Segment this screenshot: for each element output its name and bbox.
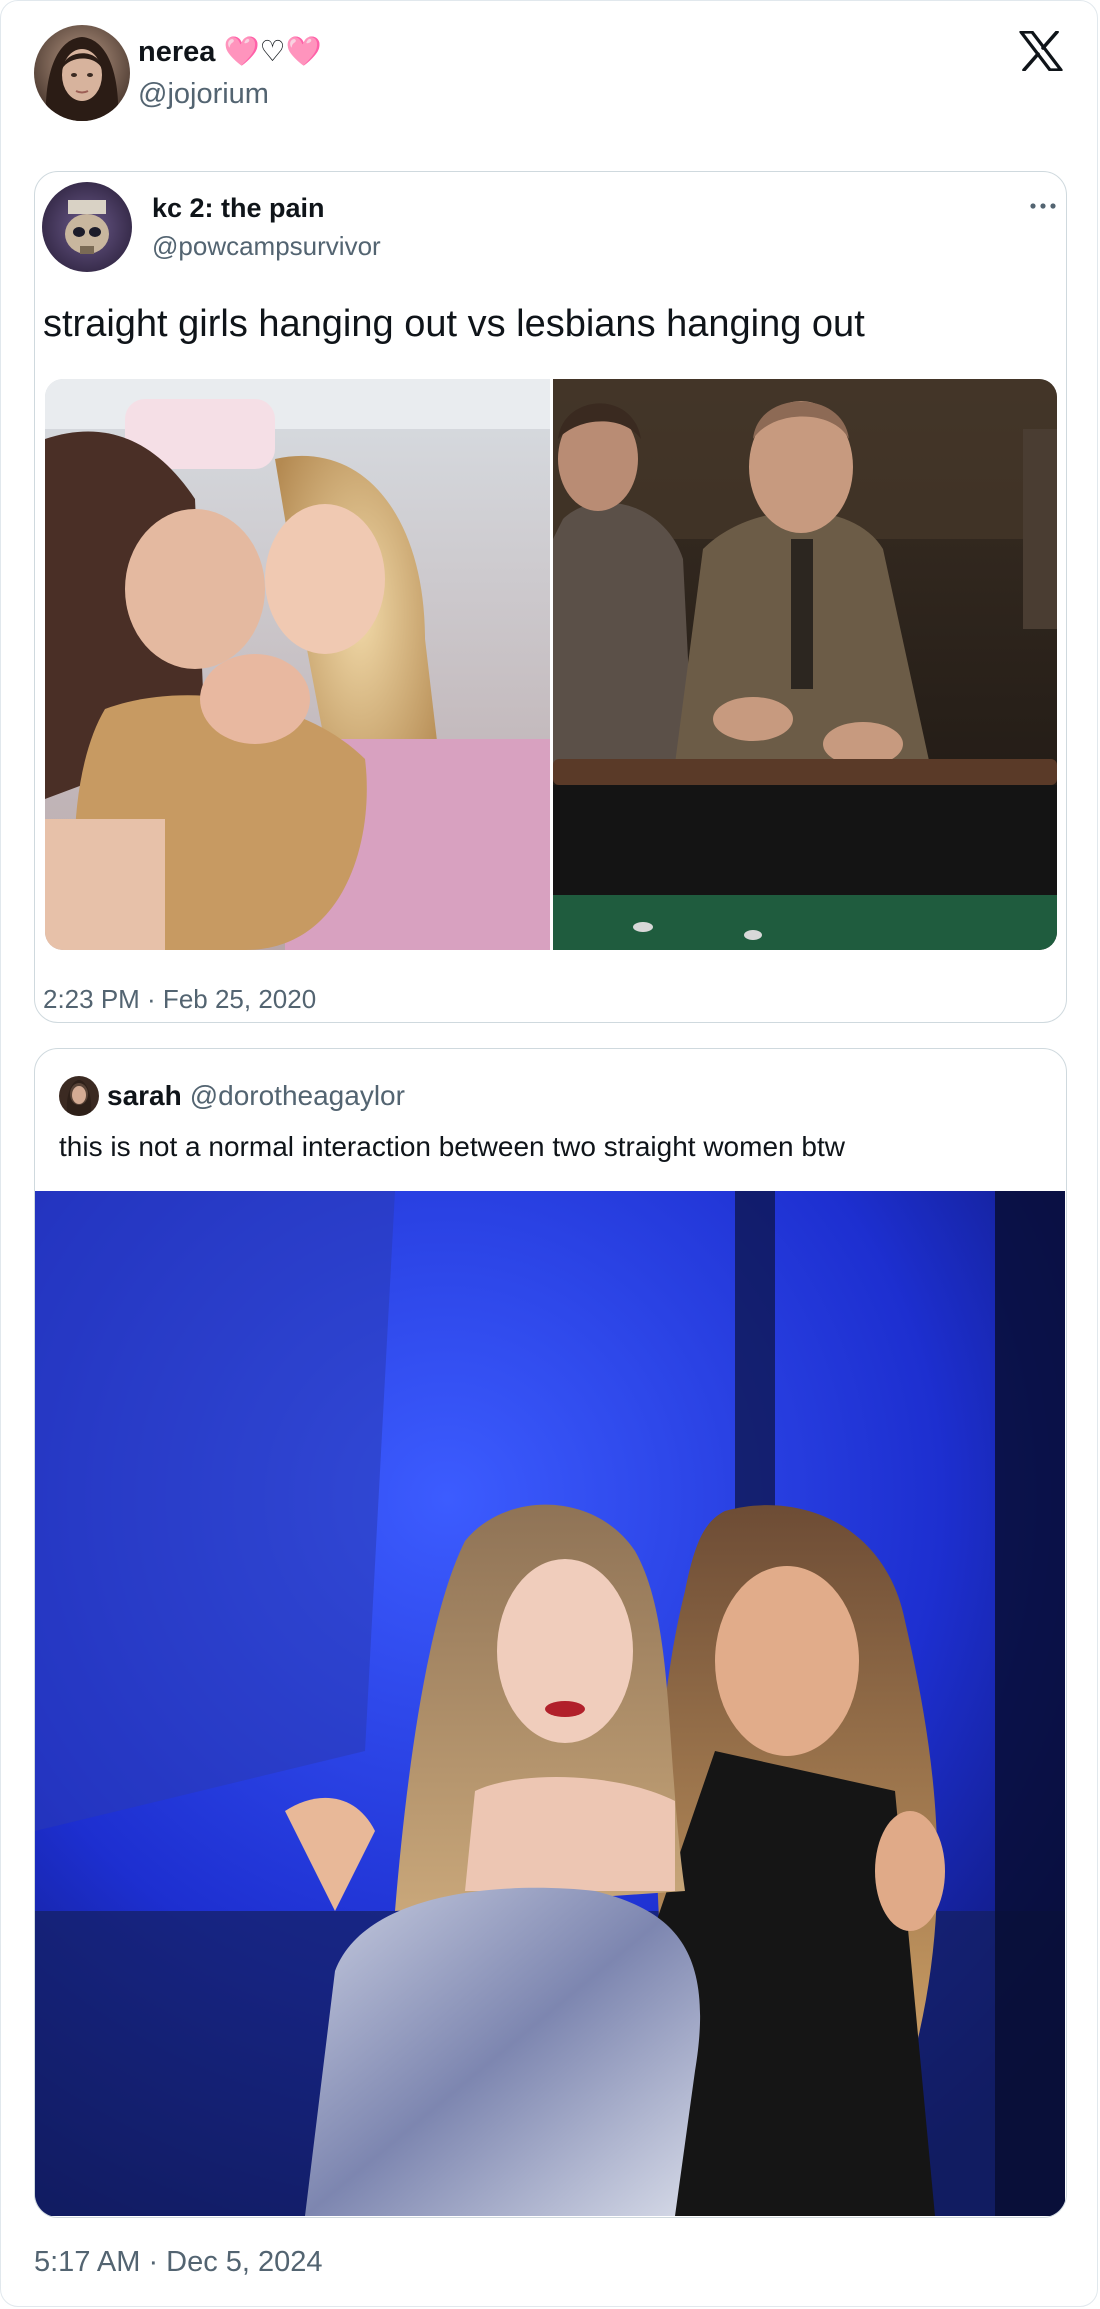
author-avatar[interactable]: [34, 25, 130, 121]
quoted-tweet-2-text: this is not a normal interaction between…: [59, 1131, 845, 1162]
post-author[interactable]: nerea 🩷♡🩷 @jojorium: [34, 25, 322, 121]
author-display-name[interactable]: nerea 🩷♡🩷: [138, 34, 322, 70]
quoted-2-author-handle[interactable]: @dorotheagaylor: [190, 1080, 405, 1112]
photo-right[interactable]: [553, 379, 1057, 950]
author-handle[interactable]: @jojorium: [138, 76, 322, 112]
quoted-tweet[interactable]: kc 2: the pain @powcampsurvivor straight…: [34, 171, 1067, 1023]
more-dots-icon[interactable]: [1028, 196, 1058, 216]
quoted-tweet-2[interactable]: sarah @dorotheagaylor this is not a norm…: [34, 1048, 1067, 2218]
photo-left[interactable]: [45, 379, 550, 950]
quoted-2-author-display-name[interactable]: sarah: [107, 1080, 182, 1112]
quoted-tweet-media[interactable]: [45, 379, 1057, 950]
quoted-2-author-avatar[interactable]: [59, 1076, 99, 1116]
quoted-author-avatar[interactable]: [42, 182, 132, 272]
quoted-tweet-2-author[interactable]: sarah @dorotheagaylor: [59, 1076, 405, 1116]
quoted-tweet-timestamp[interactable]: 2:23 PM · Feb 25, 2020: [43, 984, 316, 1014]
x-logo-icon[interactable]: [1019, 31, 1063, 71]
tweet-card: nerea 🩷♡🩷 @jojorium kc 2: the pain @powc…: [0, 0, 1098, 2307]
photo[interactable]: [35, 1191, 1065, 2216]
post-timestamp[interactable]: 5:17 AM · Dec 5, 2024: [34, 2245, 323, 2279]
quoted-tweet-author[interactable]: kc 2: the pain @powcampsurvivor: [42, 182, 381, 272]
quoted-author-display-name[interactable]: kc 2: the pain: [152, 192, 381, 224]
quoted-author-handle[interactable]: @powcampsurvivor: [152, 230, 381, 262]
quoted-tweet-text: straight girls hanging out vs lesbians h…: [43, 303, 865, 345]
quoted-tweet-2-media[interactable]: [35, 1191, 1065, 2216]
